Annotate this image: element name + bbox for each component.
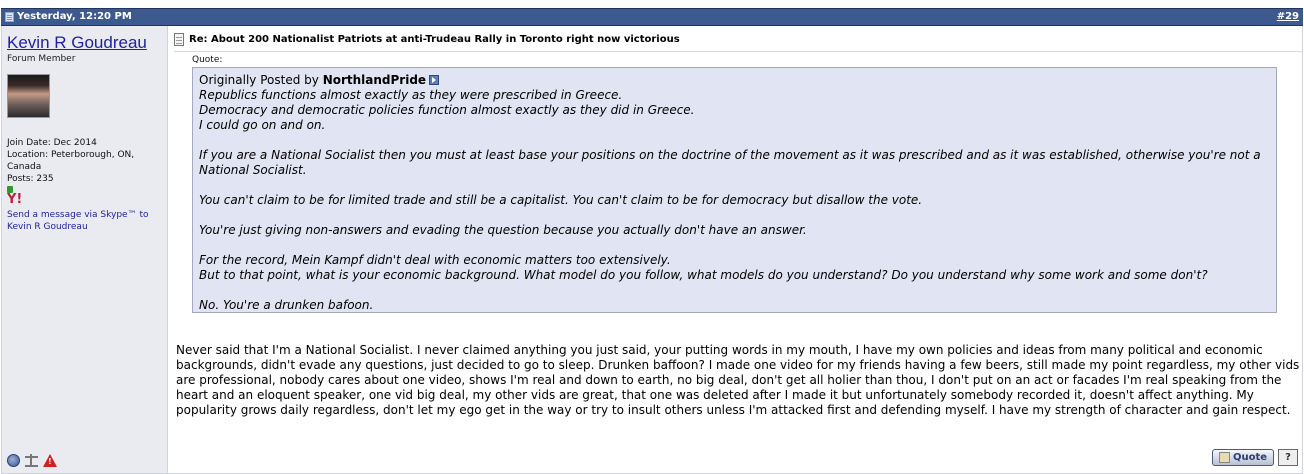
quote-gap bbox=[199, 178, 1270, 193]
username-link[interactable]: Kevin R Goudreau bbox=[7, 33, 167, 52]
quote-gap bbox=[199, 283, 1270, 298]
join-date: Join Date: Dec 2014 bbox=[7, 138, 97, 148]
skype-message-link[interactable]: Send a message via Skype™ to Kevin R Gou… bbox=[7, 209, 167, 233]
user-title: Forum Member bbox=[7, 54, 76, 64]
quote-line: If you are a National Socialist then you… bbox=[199, 148, 1261, 177]
quote-gap bbox=[199, 208, 1270, 223]
originally-posted-by-text: Originally Posted by bbox=[199, 73, 319, 87]
user-info-panel: Kevin R Goudreau Forum Member Join Date:… bbox=[2, 26, 168, 473]
quote-line: I could go on and on. bbox=[199, 118, 326, 132]
quote-line: Republics functions almost exactly as th… bbox=[199, 88, 623, 102]
avatar[interactable] bbox=[7, 74, 50, 118]
post-message: Never said that I'm a National Socialist… bbox=[176, 343, 1300, 417]
quote-author: NorthlandPride bbox=[322, 73, 427, 87]
quote-line: But to that point, what is your economic… bbox=[199, 268, 1208, 282]
quote-gap bbox=[199, 238, 1270, 253]
reputation-scale-icon[interactable] bbox=[25, 454, 38, 467]
quote-line: You're just giving non-answers and evadi… bbox=[199, 223, 807, 237]
multiquote-button[interactable]: ? bbox=[1278, 449, 1298, 466]
quote-attribution: Originally Posted by NorthlandPride bbox=[199, 73, 1270, 88]
report-post-icon[interactable]: ! bbox=[43, 454, 57, 467]
location: Location: Peterborough, ON, Canada bbox=[7, 150, 135, 172]
post-date: Yesterday, 12:20 PM bbox=[5, 9, 132, 25]
post-content: Re: About 200 Nationalist Patriots at an… bbox=[168, 26, 1302, 473]
view-post-icon[interactable] bbox=[429, 75, 440, 85]
post-doc-icon bbox=[5, 12, 14, 22]
user-action-icons: ! bbox=[7, 454, 57, 467]
online-status-icon bbox=[7, 454, 20, 467]
quote-button-label: Quote bbox=[1232, 452, 1268, 463]
post-number-link[interactable]: #29 bbox=[1277, 9, 1299, 25]
pencil-icon bbox=[1218, 452, 1230, 463]
post-title-icon bbox=[174, 33, 184, 46]
user-details: Join Date: Dec 2014 Location: Peterborou… bbox=[7, 137, 167, 185]
quote-line: For the record, Mein Kampf didn't deal w… bbox=[199, 253, 671, 267]
quote-label: Quote: bbox=[192, 55, 223, 65]
top-spacer bbox=[0, 0, 1304, 8]
post-count: Posts: 235 bbox=[7, 174, 54, 184]
quote-line: Democracy and democratic policies functi… bbox=[199, 103, 695, 117]
post-body: Kevin R Goudreau Forum Member Join Date:… bbox=[1, 26, 1303, 474]
post-header: Yesterday, 12:20 PM #29 bbox=[1, 8, 1303, 26]
yahoo-messenger-icon[interactable]: Y! bbox=[7, 193, 167, 207]
title-divider bbox=[174, 51, 1302, 52]
post-title-row: Re: About 200 Nationalist Patriots at an… bbox=[174, 33, 1302, 46]
quote-line: No. You're a drunken bafoon. bbox=[199, 298, 374, 312]
quote-button[interactable]: Quote bbox=[1212, 449, 1274, 466]
post-date-text: Yesterday, 12:20 PM bbox=[17, 11, 132, 22]
quote-line: You can't claim to be for limited trade … bbox=[199, 193, 923, 207]
quote-box: Originally Posted by NorthlandPride Repu… bbox=[192, 67, 1277, 313]
quote-gap bbox=[199, 133, 1270, 148]
post-title: Re: About 200 Nationalist Patriots at an… bbox=[189, 34, 680, 45]
